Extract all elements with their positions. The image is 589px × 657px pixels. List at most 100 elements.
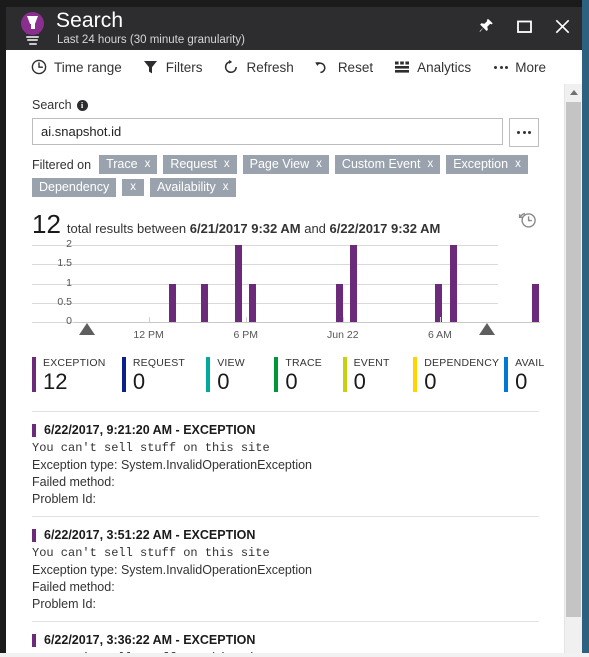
result-timestamp: 6/22/2017, 3:36:22 AM - EXCEPTION <box>44 633 256 647</box>
result-item[interactable]: 6/22/2017, 3:36:22 AM - EXCEPTION You can… <box>32 622 539 653</box>
range-handle-end[interactable] <box>479 323 496 335</box>
chart-bar[interactable] <box>531 283 539 322</box>
analytics-button[interactable]: Analytics <box>383 50 481 84</box>
metric-trace[interactable]: TRACE 0 <box>274 357 322 393</box>
search-options-button[interactable] <box>509 118 539 147</box>
search-input[interactable] <box>32 118 503 145</box>
chart-x-tick <box>245 317 247 322</box>
chip-remove-icon[interactable]: x <box>130 181 136 193</box>
result-exception-type: Exception type: System.InvalidOperationE… <box>32 563 313 577</box>
metric-exception[interactable]: EXCEPTION 12 <box>32 357 105 393</box>
chart-bar[interactable] <box>201 283 209 322</box>
result-header: 6/22/2017, 3:51:22 AM - EXCEPTION <box>32 528 539 542</box>
result-message: You can't sell stuff on this site <box>32 651 539 653</box>
result-exception-type: Exception type: System.InvalidOperationE… <box>32 458 313 472</box>
filter-chip-custom-event[interactable]: Custom Event x <box>334 155 441 174</box>
metric-dependency[interactable]: DEPENDENCY 0 <box>413 357 499 393</box>
chip-remove-icon[interactable]: x <box>145 158 151 170</box>
results-timeline-chart[interactable]: 0 0.5 1 1.5 2 12 PM 6 PM Jun 22 6 AM <box>32 238 544 343</box>
filter-chip-request[interactable]: Request x <box>163 155 237 174</box>
analytics-label: Analytics <box>417 59 472 75</box>
maximize-icon[interactable] <box>512 13 536 39</box>
metric-label: DEPENDENCY <box>424 357 500 369</box>
metric-request[interactable]: REQUEST 0 <box>121 357 185 393</box>
vertical-scrollbar[interactable] <box>564 84 582 653</box>
filter-chip-availability[interactable]: Availability x <box>149 178 236 197</box>
scrollbar-thumb[interactable] <box>566 102 581 617</box>
chip-remove-icon[interactable]: x <box>224 158 230 170</box>
chip-remove-icon[interactable]: x <box>427 158 433 170</box>
undo-icon <box>314 59 331 76</box>
chart-bar[interactable] <box>168 283 176 322</box>
result-severity-marker <box>32 528 36 542</box>
chart-x-tick-label: 6 AM <box>427 329 452 341</box>
metric-color-swatch <box>504 357 509 392</box>
chart-x-tick-label: 6 PM <box>233 329 258 341</box>
chip-label: Request <box>170 157 217 171</box>
result-failed-method: Failed method: <box>32 580 115 594</box>
filter-chip-page-view[interactable]: Page View x <box>242 155 329 174</box>
chart-y-tick-label: 0 <box>66 315 72 327</box>
metric-color-swatch <box>274 357 279 392</box>
chip-label: Trace <box>106 157 138 171</box>
reset-button[interactable]: Reset <box>304 50 383 84</box>
history-clock-icon[interactable] <box>517 209 539 231</box>
time-range-button[interactable]: Time range <box>20 50 132 84</box>
pin-icon[interactable] <box>474 13 498 39</box>
results-count: 12 <box>32 209 61 239</box>
result-problem-id: Problem Id: <box>32 597 96 611</box>
chart-gridline <box>32 264 498 266</box>
metric-color-swatch <box>413 357 418 392</box>
results-summary-text: total results between 6/21/2017 9:32 AM … <box>67 221 440 236</box>
chart-x-axis <box>74 322 540 323</box>
metric-value: 0 <box>217 369 230 394</box>
refresh-button[interactable]: Refresh <box>213 50 304 84</box>
result-message: You can't sell stuff on this site <box>32 546 270 560</box>
chart-bar[interactable] <box>235 245 243 322</box>
metric-view[interactable]: VIEW 0 <box>206 357 245 393</box>
search-row <box>32 118 539 147</box>
metric-label: TRACE <box>285 357 322 369</box>
chip-remove-icon[interactable]: x <box>223 181 229 193</box>
result-message: You can't sell stuff on this site <box>32 441 270 455</box>
metric-event[interactable]: EVENT 0 <box>342 357 390 393</box>
filter-chip-exception[interactable]: Exception x <box>446 155 528 174</box>
result-item[interactable]: 6/22/2017, 9:21:20 AM - EXCEPTION You can… <box>32 412 539 517</box>
chart-bar[interactable] <box>350 245 358 322</box>
window-bottom-border <box>0 653 589 657</box>
close-icon[interactable] <box>550 13 574 39</box>
lightbulb-icon <box>18 11 48 45</box>
metric-label: VIEW <box>217 357 245 369</box>
chart-x-tick <box>342 317 344 322</box>
filter-chip-trace[interactable]: Trace x <box>99 155 158 174</box>
result-problem-id: Problem Id: <box>32 492 96 506</box>
chart-bar[interactable] <box>435 283 443 322</box>
summary-conjunction: and <box>304 221 326 236</box>
chip-remove-icon[interactable]: x <box>316 158 322 170</box>
filter-chip-list: Filtered on Trace x Request x Page View … <box>32 155 539 197</box>
metric-avail[interactable]: AVAIL 0 <box>504 357 544 393</box>
refresh-icon <box>223 59 240 76</box>
window-top-border <box>0 0 589 7</box>
results-summary: 12 total results between 6/21/2017 9:32 … <box>32 211 539 237</box>
metric-label: AVAIL <box>515 357 545 369</box>
filters-button[interactable]: Filters <box>132 50 213 84</box>
result-severity-marker <box>32 633 36 647</box>
chip-remove-icon[interactable]: x <box>515 158 521 170</box>
result-item[interactable]: 6/22/2017, 3:51:22 AM - EXCEPTION You can… <box>32 517 539 622</box>
info-icon[interactable]: i <box>76 99 88 111</box>
summary-prefix: total results between <box>66 221 187 236</box>
range-handle-start[interactable] <box>78 323 95 335</box>
chip-label: Exception <box>453 157 509 171</box>
blade-content: Search i Filtered on Trace x Request x <box>6 84 565 653</box>
filter-chip-dependency-remove[interactable]: x <box>122 179 144 196</box>
search-label-text: Search <box>32 98 72 112</box>
chart-bar[interactable] <box>449 245 457 322</box>
chip-label: Page View <box>249 157 310 171</box>
chart-x-tick-label: 12 PM <box>133 329 164 341</box>
metric-color-swatch <box>342 357 347 392</box>
more-button[interactable]: More <box>484 50 556 84</box>
chart-bar[interactable] <box>249 283 257 322</box>
scroll-up-button[interactable] <box>565 84 582 101</box>
filter-chip-dependency[interactable]: Dependency <box>32 178 117 197</box>
